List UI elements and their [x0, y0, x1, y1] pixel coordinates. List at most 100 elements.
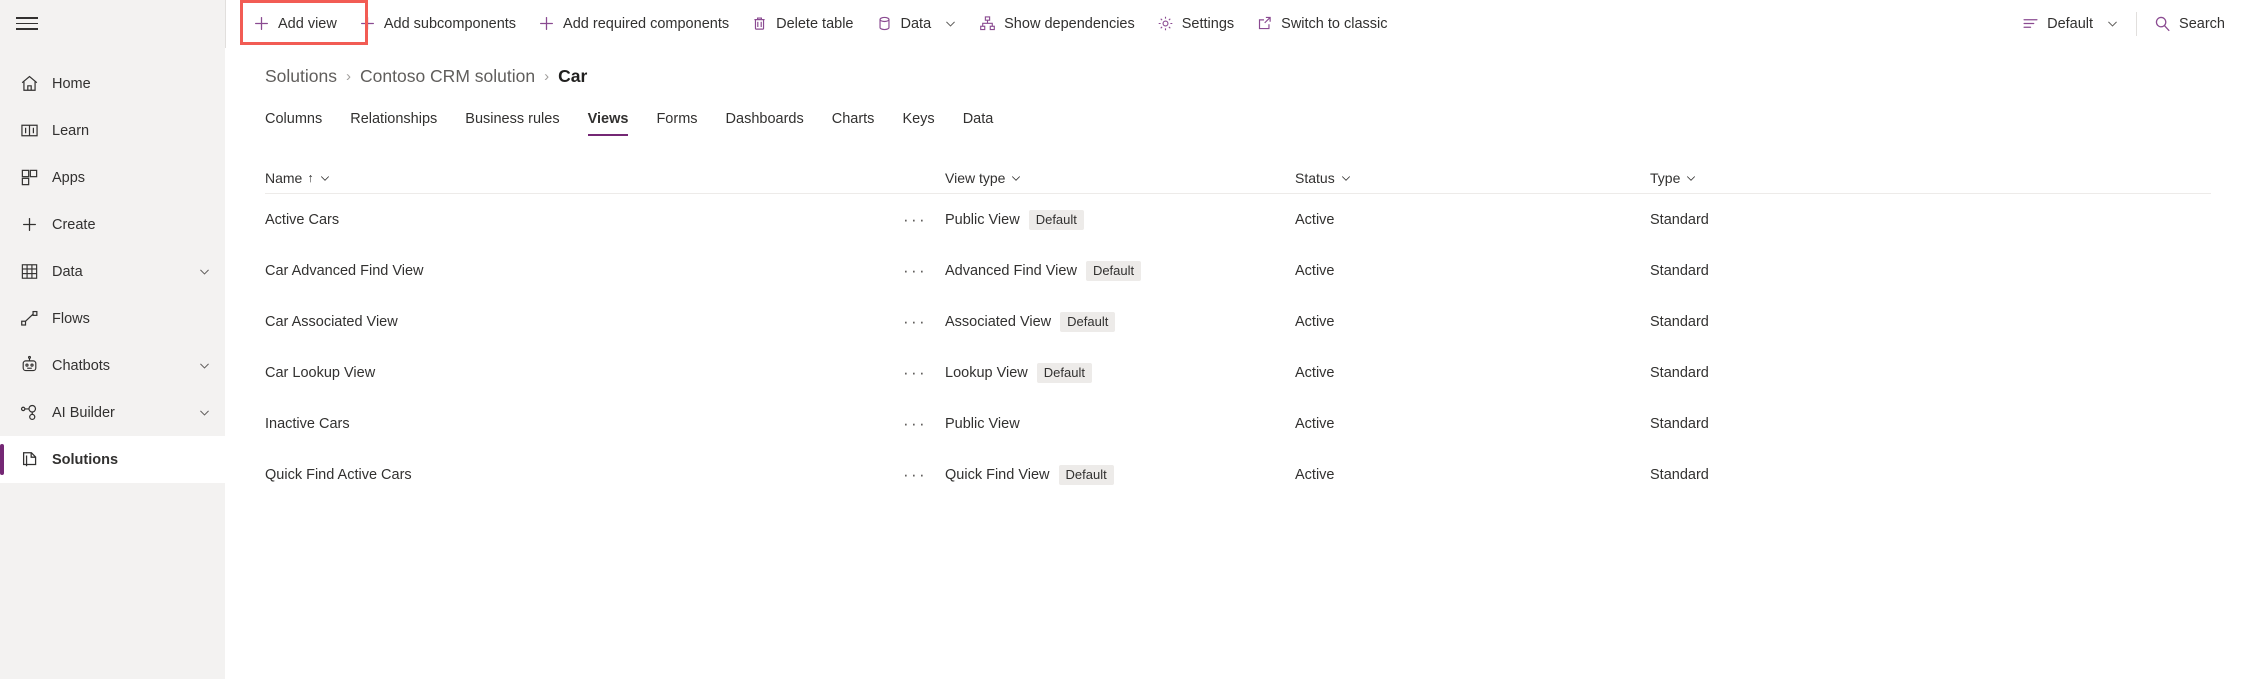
chevron-down-icon[interactable] [319, 172, 331, 184]
table-row[interactable]: Inactive Cars···Public ViewActiveStandar… [265, 398, 2211, 449]
column-header-label: Status [1295, 170, 1335, 186]
command-label: Add required components [563, 16, 729, 32]
tab-keys[interactable]: Keys [888, 111, 948, 136]
column-header-label: Type [1650, 170, 1680, 186]
tab-dashboards[interactable]: Dashboards [712, 111, 818, 136]
ai-builder-icon [18, 402, 40, 424]
more-options-icon[interactable]: ··· [900, 256, 930, 286]
view-type-label: Advanced Find View [945, 263, 1077, 279]
sidebar-item-label: Solutions [52, 452, 211, 468]
sidebar-item-apps[interactable]: Apps [0, 154, 225, 201]
cell-view-name[interactable]: Car Advanced Find View [265, 263, 885, 279]
sidebar-item-solutions[interactable]: Solutions [0, 436, 225, 483]
sidebar-item-label: Home [52, 76, 211, 92]
table-row[interactable]: Car Advanced Find View ··· Advanced Find V… [265, 245, 2211, 296]
command-add-required-components[interactable]: Add required components [527, 2, 740, 46]
more-options-icon[interactable]: ··· [900, 460, 930, 490]
chevron-down-icon[interactable] [1685, 172, 1697, 184]
sidebar-item-label: Data [52, 264, 198, 280]
cell-actions: ··· [885, 307, 945, 337]
open-in-new-icon [1256, 15, 1273, 32]
cell-actions: ··· [885, 460, 945, 490]
cell-status: Active [1295, 467, 1650, 483]
column-header-std[interactable]: Type [1650, 170, 2211, 186]
breadcrumb-link-0[interactable]: Solutions [265, 66, 337, 87]
chevron-down-icon[interactable] [1340, 172, 1352, 184]
tab-views[interactable]: Views [574, 111, 643, 136]
tab-relationships[interactable]: Relationships [336, 111, 451, 136]
search-label: Search [2179, 16, 2225, 32]
view-type-label: Quick Find View [945, 467, 1050, 483]
tab-charts[interactable]: Charts [818, 111, 889, 136]
cell-type: Standard [1650, 467, 2211, 483]
default-badge: Default [1029, 210, 1084, 230]
default-badge: Default [1060, 312, 1115, 332]
cell-view-name[interactable]: Car Lookup View [265, 365, 885, 381]
chevron-down-icon[interactable] [198, 265, 211, 278]
command-add-subcomponents[interactable]: Add subcomponents [348, 2, 527, 46]
command-settings[interactable]: Settings [1146, 2, 1245, 46]
tab-forms[interactable]: Forms [642, 111, 711, 136]
app-body: Home Learn AppsCreate Data FlowsChatbotsAI B… [0, 48, 2254, 679]
views-grid: Name↑ View typeStatus Type Active Cars ··· P… [225, 162, 2254, 500]
command-label: Switch to classic [1281, 16, 1387, 32]
command-delete-table[interactable]: Delete table [740, 2, 864, 46]
cell-view-type: Public ViewDefault [945, 210, 1295, 230]
more-options-icon[interactable]: ··· [900, 409, 930, 439]
column-header-name[interactable]: Name↑ [265, 170, 885, 186]
chevron-down-icon[interactable] [1010, 172, 1022, 184]
more-options-icon[interactable]: ··· [900, 205, 930, 235]
command-switch-to-classic[interactable]: Switch to classic [1245, 2, 1398, 46]
sidebar-item-chatbots[interactable]: Chatbots [0, 342, 225, 389]
plus-icon [253, 15, 270, 32]
sidebar-item-learn[interactable]: Learn [0, 107, 225, 154]
tab-data[interactable]: Data [949, 111, 1008, 136]
command-show-dependencies[interactable]: Show dependencies [968, 2, 1146, 46]
sidebar-item-ai-builder[interactable]: AI Builder [0, 389, 225, 436]
tab-columns[interactable]: Columns [265, 111, 336, 136]
cell-view-name[interactable]: Car Associated View [265, 314, 885, 330]
view-type-label: Lookup View [945, 365, 1028, 381]
environment-label: Default [2047, 16, 2093, 32]
sidebar-item-create[interactable]: Create [0, 201, 225, 248]
column-header-type[interactable]: View type [945, 170, 1295, 186]
hamburger-menu-icon[interactable] [16, 9, 46, 39]
more-options-icon[interactable]: ··· [900, 358, 930, 388]
table-row[interactable]: Car Associated View···Associated ViewDef… [265, 296, 2211, 347]
main-content: Solutions›Contoso CRM solution›Car Colum… [225, 48, 2254, 679]
breadcrumb-link-1[interactable]: Contoso CRM solution [360, 66, 535, 87]
cell-actions: ··· [885, 256, 945, 286]
plus-icon [538, 15, 555, 32]
tab-business-rules[interactable]: Business rules [451, 111, 573, 136]
cell-view-name[interactable]: Inactive Cars [265, 416, 885, 432]
plus-icon [359, 15, 376, 32]
cell-type: Standard [1650, 365, 2211, 381]
default-badge: Default [1086, 261, 1141, 281]
column-header-status[interactable]: Status [1295, 170, 1650, 186]
cell-view-type: Public View [945, 416, 1295, 432]
cell-view-name[interactable]: Quick Find Active Cars [265, 467, 885, 483]
sidebar-item-flows[interactable]: Flows [0, 295, 225, 342]
table-row[interactable]: Active Cars···Public ViewDefaultActiveSt… [265, 194, 2211, 245]
sidebar-item-data[interactable]: Data [0, 248, 225, 295]
cell-type: Standard [1650, 212, 2211, 228]
command-data[interactable]: Data [865, 2, 969, 46]
sidebar-item-home[interactable]: Home [0, 60, 225, 107]
search-icon [2154, 15, 2171, 32]
chevron-down-icon[interactable] [198, 406, 211, 419]
robot-icon [18, 355, 40, 377]
table-row[interactable]: Quick Find Active Cars ··· Quick Find View… [265, 449, 2211, 500]
command-label: Add view [278, 16, 337, 32]
breadcrumb-current: Car [558, 66, 587, 87]
home-icon [18, 73, 40, 95]
more-options-icon[interactable]: ··· [900, 307, 930, 337]
sidebar-item-label: Learn [52, 123, 211, 139]
table-row[interactable]: Car Lookup View···Lookup ViewDefaultActi… [265, 347, 2211, 398]
chevron-down-icon[interactable] [198, 359, 211, 372]
command-add-view[interactable]: Add view [242, 2, 348, 46]
command-bar-items: Add view Add subcomponents Add required co… [226, 0, 2254, 48]
environment-selector[interactable]: Default [2011, 2, 2130, 46]
cell-status: Active [1295, 365, 1650, 381]
search-button[interactable]: Search [2143, 2, 2236, 46]
cell-view-name[interactable]: Active Cars [265, 212, 885, 228]
